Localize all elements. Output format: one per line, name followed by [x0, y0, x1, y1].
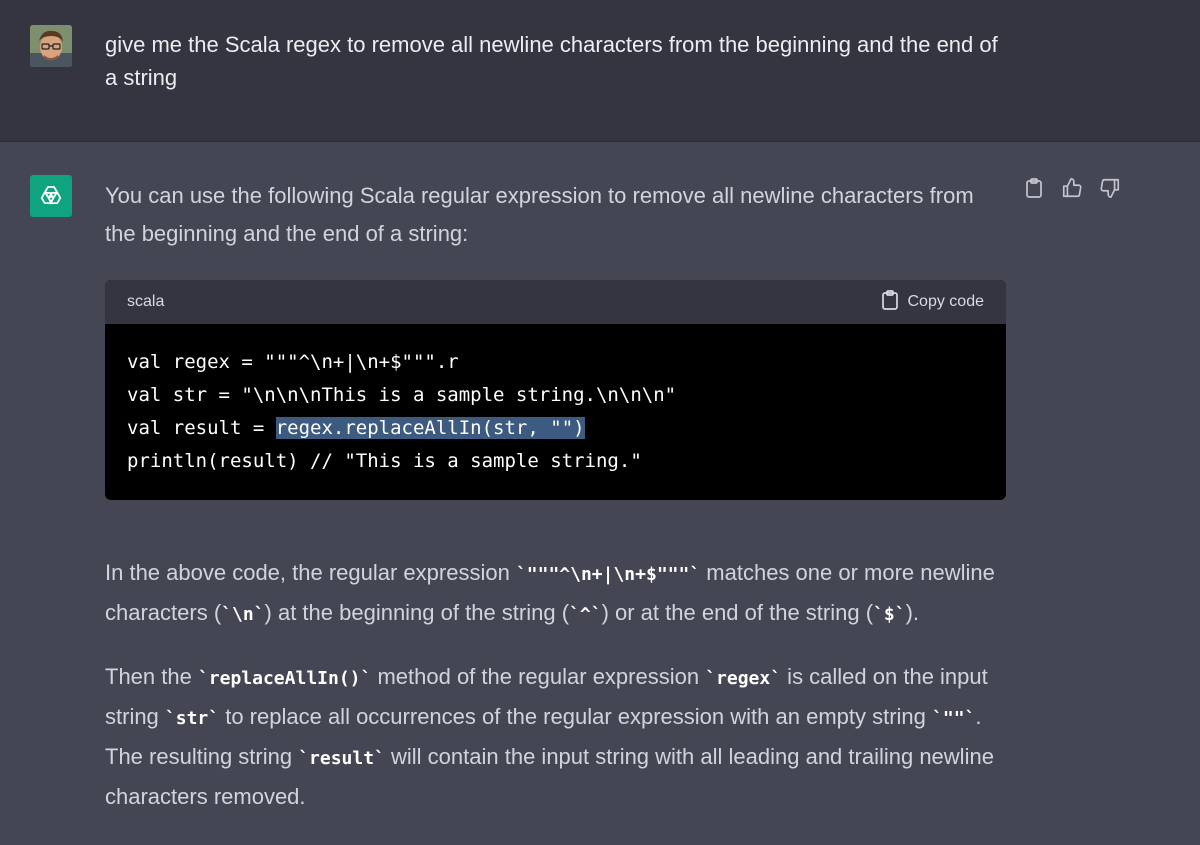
code-line: println(result) // "This is a sample str…	[127, 450, 642, 472]
clipboard-icon	[881, 289, 899, 315]
inline-code: `""`	[932, 708, 976, 729]
code-block: scala Copy code val regex = """^\n+|\n+$…	[105, 280, 1006, 500]
user-message-text: give me the Scala regex to remove all ne…	[105, 32, 998, 90]
inline-code: `$`	[873, 604, 906, 625]
assistant-message-row: You can use the following Scala regular …	[0, 142, 1200, 845]
text-span: Then the	[105, 664, 198, 689]
message-actions	[1022, 177, 1122, 204]
inline-code: `\n`	[221, 604, 265, 625]
user-avatar	[30, 25, 72, 67]
openai-logo-icon	[30, 175, 72, 217]
thumbs-down-button[interactable]	[1098, 178, 1122, 202]
text-span: ) or at the end of the string (	[601, 600, 874, 625]
text-span: ).	[905, 600, 920, 625]
text-span: method of the regular expression	[371, 664, 706, 689]
clipboard-icon	[1025, 177, 1043, 203]
explanation-paragraph-2: Then the `replaceAllIn()` method of the …	[105, 658, 1010, 816]
code-header: scala Copy code	[105, 280, 1006, 324]
code-line: val str = "\n\n\nThis is a sample string…	[127, 384, 677, 406]
thumbs-down-icon	[1099, 177, 1121, 204]
code-language-label: scala	[127, 293, 165, 310]
code-line-prefix: val result =	[127, 417, 276, 439]
inline-code: `result`	[298, 748, 385, 769]
inline-code: `replaceAllIn()`	[197, 668, 372, 689]
code-line: val result = regex.replaceAllIn(str, "")	[127, 412, 984, 445]
user-message-row: give me the Scala regex to remove all ne…	[0, 0, 1200, 142]
inline-code: `regex`	[705, 668, 782, 689]
code-content[interactable]: val regex = """^\n+|\n+$""".r val str = "…	[105, 324, 1006, 478]
assistant-intro-text: You can use the following Scala regular …	[105, 183, 974, 246]
text-span: to replace all occurrences of the regula…	[219, 704, 933, 729]
copy-message-button[interactable]	[1022, 177, 1046, 203]
text-span: In the above code, the regular expressio…	[105, 560, 516, 585]
text-span: ) at the beginning of the string (	[264, 600, 570, 625]
selected-code: regex.replaceAllIn(str, "")	[275, 417, 585, 439]
copy-code-label: Copy code	[907, 293, 985, 310]
code-line: val regex = """^\n+|\n+$""".r	[127, 351, 459, 373]
explanation-paragraph-1: In the above code, the regular expressio…	[105, 554, 1010, 634]
inline-code: `str`	[164, 708, 220, 729]
inline-code: `"""^\n+|\n+$"""`	[515, 564, 701, 585]
thumbs-up-icon	[1061, 177, 1083, 204]
thumbs-up-button[interactable]	[1060, 177, 1084, 204]
inline-code: `^`	[569, 604, 602, 625]
copy-code-button[interactable]: Copy code	[881, 289, 985, 315]
